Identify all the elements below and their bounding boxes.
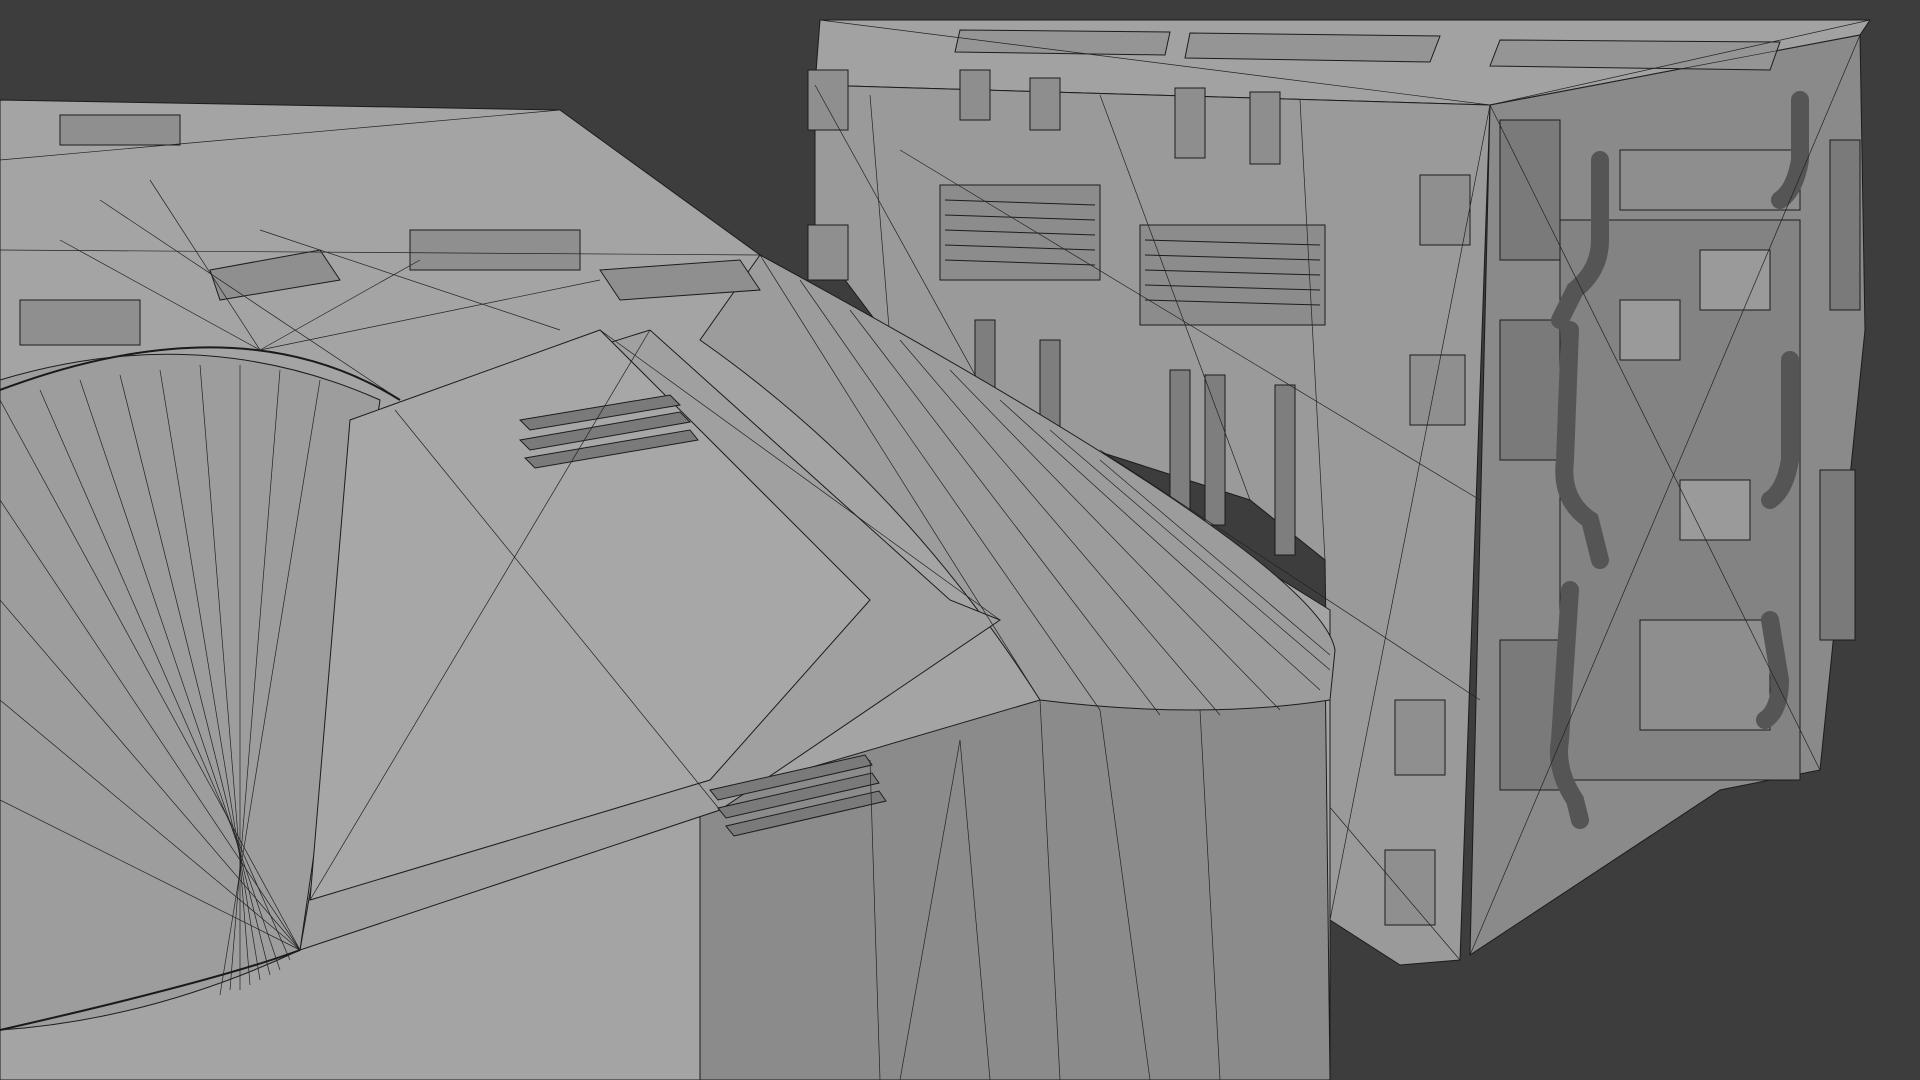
front-vent-right [1139,224,1326,326]
3d-viewport[interactable] [0,0,1920,1080]
viewport-canvas[interactable] [0,0,1920,1080]
front-vent-left [939,184,1101,281]
